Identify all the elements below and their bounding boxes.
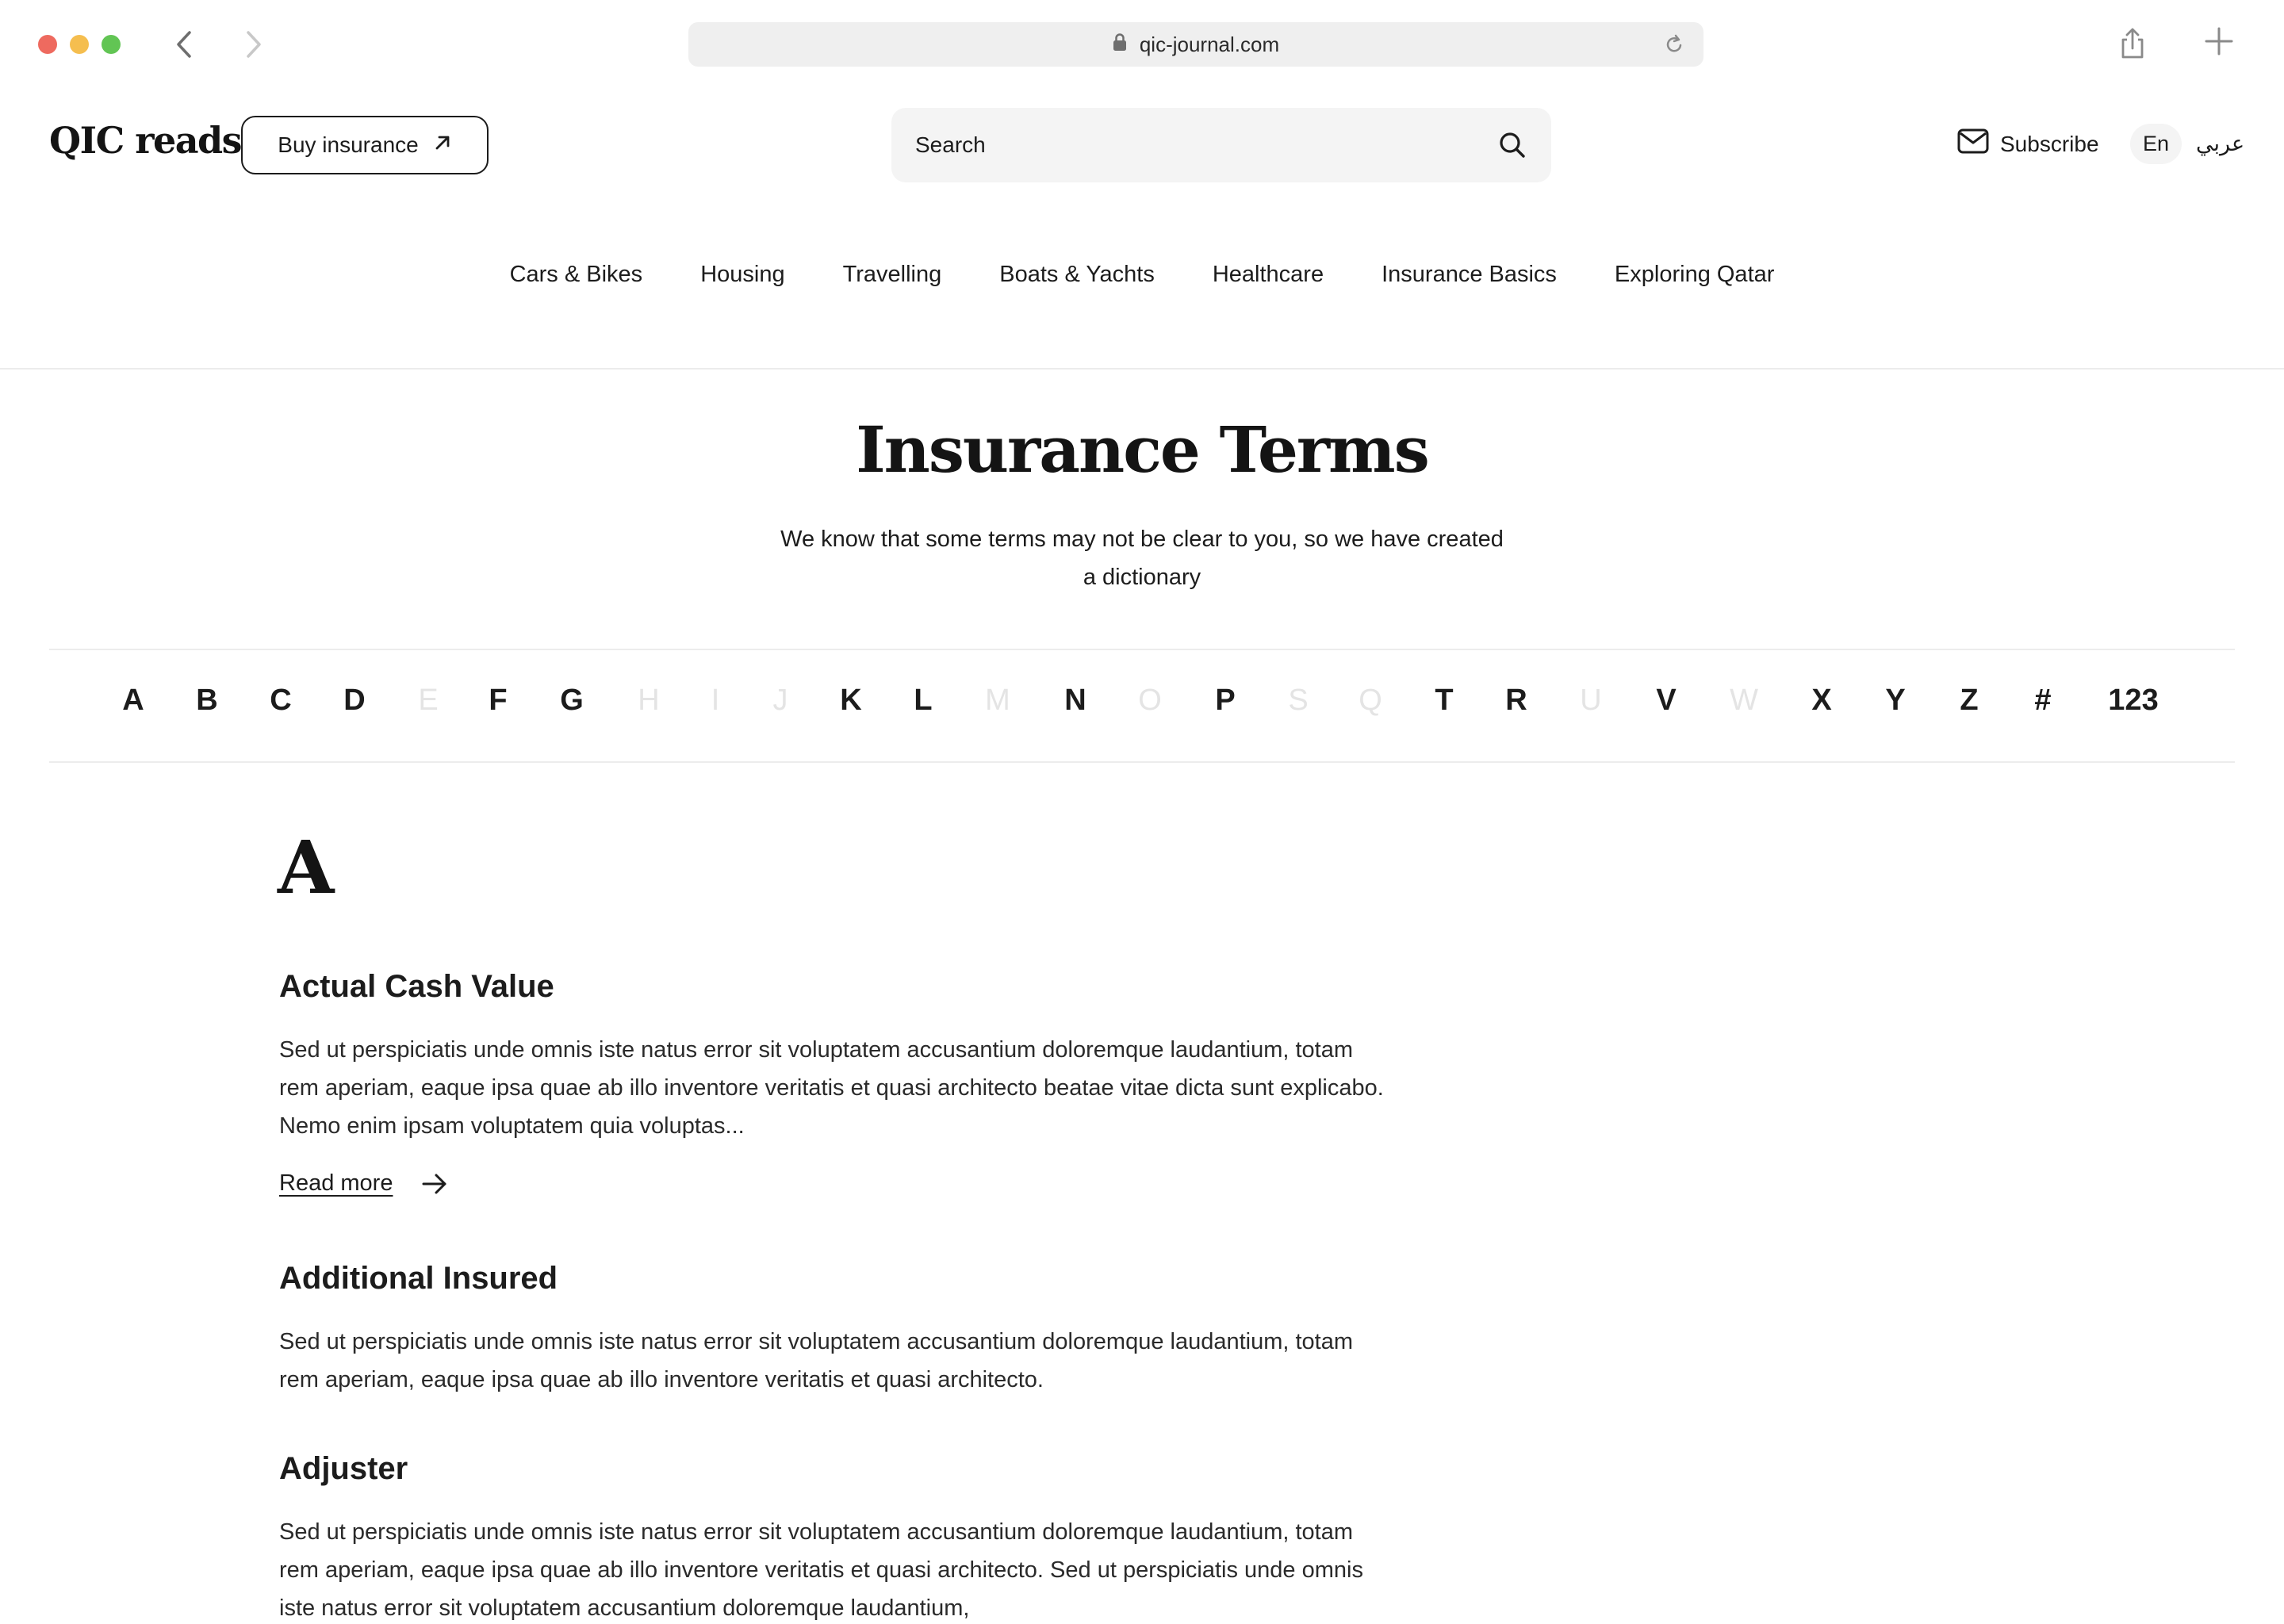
- alphabet-letter[interactable]: T: [1435, 684, 1453, 718]
- alphabet-letter[interactable]: #: [2034, 684, 2051, 718]
- address-bar[interactable]: qic-journal.com: [688, 22, 1703, 67]
- search-icon[interactable]: [1496, 128, 1529, 162]
- alphabet-letter[interactable]: F: [489, 684, 507, 718]
- subscribe-button[interactable]: Subscribe: [1957, 128, 2099, 159]
- lock-icon: [1113, 33, 1127, 57]
- alphabet-divider-top: [49, 649, 2235, 650]
- alphabet-letter[interactable]: R: [1505, 684, 1527, 718]
- share-icon[interactable]: [2119, 27, 2146, 64]
- zoom-window-button[interactable]: [102, 35, 121, 54]
- alphabet-letter[interactable]: Y: [1885, 684, 1905, 718]
- nav-item-boats-yachts[interactable]: Boats & Yachts: [999, 262, 1155, 288]
- minimize-window-button[interactable]: [70, 35, 89, 54]
- browser-chrome: qic-journal.com: [0, 0, 2284, 89]
- alphabet-letter: H: [638, 684, 660, 717]
- buy-insurance-button[interactable]: Buy insurance: [241, 116, 489, 174]
- alphabet-letter[interactable]: B: [196, 684, 217, 718]
- alphabet-letter[interactable]: Z: [1960, 684, 1978, 718]
- reload-icon[interactable]: [1664, 33, 1684, 61]
- alphabet-index: A B C D E F G H I J K L M N O P S Q T R U V W X Y Z #123: [49, 684, 2235, 728]
- page-title: Insurance Terms: [856, 412, 1429, 487]
- read-more-link[interactable]: Read more: [279, 1170, 448, 1197]
- chevron-right-icon[interactable]: [235, 25, 273, 63]
- alphabet-letter[interactable]: C: [270, 684, 291, 718]
- nav-item-cars-bikes[interactable]: Cars & Bikes: [510, 262, 643, 288]
- alphabet-letter[interactable]: X: [1811, 684, 1831, 718]
- alphabet-divider-bottom: [49, 761, 2235, 763]
- nav-item-travelling[interactable]: Travelling: [843, 262, 942, 288]
- nav-item-insurance-basics[interactable]: Insurance Basics: [1382, 262, 1557, 288]
- alphabet-letter: U: [1580, 684, 1602, 717]
- subscribe-label: Subscribe: [2000, 131, 2099, 156]
- plus-icon[interactable]: [2203, 25, 2235, 61]
- alphabet-letter[interactable]: V: [1656, 684, 1676, 718]
- read-more-label: Read more: [279, 1170, 393, 1196]
- alphabet-letter: W: [1730, 684, 1758, 717]
- alphabet-letter: S: [1288, 684, 1309, 717]
- page-subtitle: We know that some terms may not be clear…: [780, 527, 1504, 590]
- close-window-button[interactable]: [38, 35, 57, 54]
- term-description: Sed ut perspiciatis unde omnis iste natu…: [279, 1329, 1354, 1392]
- section-letter-heading: A: [278, 825, 335, 910]
- lang-ar-button[interactable]: عربي: [2196, 132, 2244, 156]
- buy-insurance-label: Buy insurance: [278, 132, 419, 157]
- term-description: Sed ut perspiciatis unde omnis iste natu…: [279, 1037, 1384, 1139]
- alphabet-letter: J: [772, 684, 788, 717]
- alphabet-letter[interactable]: L: [914, 684, 932, 718]
- nav-item-healthcare[interactable]: Healthcare: [1213, 262, 1324, 288]
- alphabet-letter[interactable]: 123: [2108, 684, 2158, 718]
- mail-icon: [1957, 128, 1989, 159]
- search-input[interactable]: [915, 108, 1470, 182]
- arrow-up-right-icon: [433, 132, 452, 158]
- site-logo[interactable]: QIC reads: [49, 119, 243, 162]
- term-title[interactable]: Additional Insured: [279, 1261, 558, 1297]
- url-text: qic-journal.com: [1139, 32, 1280, 56]
- term-title[interactable]: Adjuster: [279, 1451, 408, 1487]
- term-description: Sed ut perspiciatis unde omnis iste natu…: [279, 1519, 1363, 1621]
- header-divider: [0, 368, 2284, 370]
- alphabet-letter[interactable]: P: [1215, 684, 1235, 718]
- alphabet-letter[interactable]: A: [122, 684, 144, 718]
- site-header: QIC reads Buy insurance Subscribe En عرب…: [0, 89, 2284, 200]
- alphabet-letter: E: [418, 684, 439, 717]
- lang-en-button[interactable]: En: [2130, 123, 2182, 164]
- alphabet-letter: O: [1138, 684, 1162, 717]
- language-switcher: En عربي: [2130, 119, 2244, 168]
- alphabet-letter[interactable]: G: [560, 684, 584, 718]
- nav-item-exploring-qatar[interactable]: Exploring Qatar: [1615, 262, 1775, 288]
- category-nav: Cars & Bikes Housing Travelling Boats & …: [0, 262, 2284, 288]
- term-title[interactable]: Actual Cash Value: [279, 969, 554, 1005]
- chevron-left-icon[interactable]: [165, 25, 203, 63]
- alphabet-letter: M: [985, 684, 1010, 717]
- arrow-right-icon: [422, 1174, 446, 1193]
- search-box: [891, 108, 1551, 182]
- alphabet-letter: Q: [1359, 684, 1382, 717]
- alphabet-letter[interactable]: K: [840, 684, 861, 718]
- nav-item-housing[interactable]: Housing: [700, 262, 784, 288]
- alphabet-letter: I: [711, 684, 720, 717]
- alphabet-letter[interactable]: N: [1064, 684, 1086, 718]
- alphabet-letter[interactable]: D: [343, 684, 365, 718]
